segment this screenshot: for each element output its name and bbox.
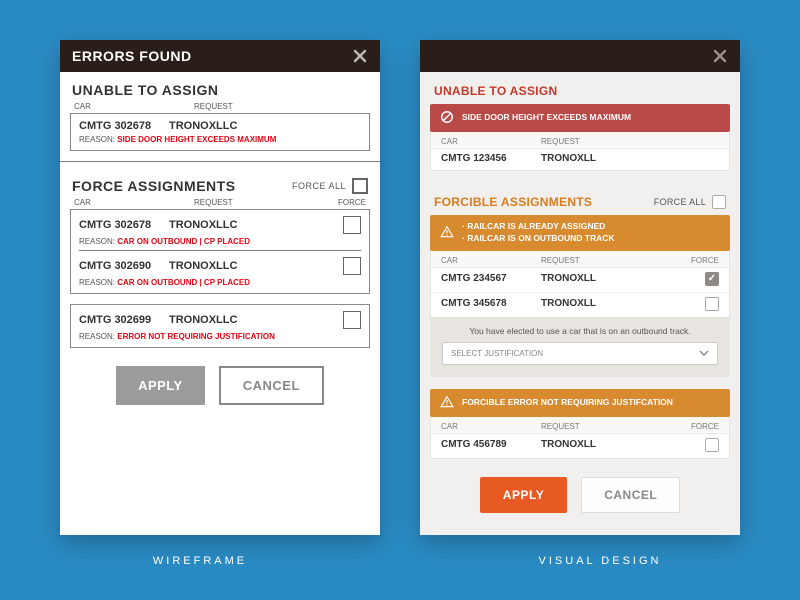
col-request: REQUEST: [194, 102, 233, 111]
forcible-table-1: CAR REQUEST FORCE CMTG 234567 TRONOXLL ✓…: [430, 251, 730, 318]
forcible-section-title: FORCIBLE ASSIGNMENTS FORCE ALL: [420, 183, 740, 215]
divider: [60, 161, 380, 162]
column-headers: CAR REQUEST: [431, 132, 729, 148]
table-row: CMTG 302690 TRONOXLLC: [79, 257, 361, 275]
justification-panel: You have elected to use a car that is on…: [430, 318, 730, 377]
table-row: CMTG 302699 TRONOXLLC: [79, 311, 361, 329]
justification-message: You have elected to use a car that is on…: [442, 326, 718, 336]
table-row: CMTG 234567 TRONOXLL ✓: [431, 267, 729, 292]
table-row: CMTG 302678 TRONOXLLC: [79, 120, 361, 132]
captions: WIREFRAME VISUAL DESIGN: [0, 555, 800, 587]
unable-section-title: UNABLE TO ASSIGN: [420, 72, 740, 104]
reason-line: REASON: CAR ON OUTBOUND | CP PLACED: [79, 278, 361, 287]
chevron-down-icon: [699, 349, 709, 358]
unable-card: CMTG 302678 TRONOXLLC REASON: SIDE DOOR …: [70, 113, 370, 151]
warning-banner: FORCIBLE ERROR NOT REQUIRING JUSTIFCATIO…: [430, 389, 730, 417]
force-checkbox[interactable]: [705, 297, 719, 311]
table-row: CMTG 123456 TRONOXLL: [431, 148, 729, 170]
force-checkbox[interactable]: [343, 311, 361, 329]
force-column-headers: CAR REQUEST FORCE: [60, 198, 380, 209]
caption-visual-design: VISUAL DESIGN: [440, 555, 760, 567]
apply-button[interactable]: APPLY: [116, 366, 205, 405]
warning-icon: [440, 225, 454, 241]
column-headers: CAR REQUEST FORCE: [431, 251, 729, 267]
justification-select[interactable]: SELECT JUSTIFICATION: [442, 342, 718, 365]
col-request: REQUEST: [194, 198, 233, 207]
cancel-button[interactable]: CANCEL: [219, 366, 324, 405]
col-car: CAR: [74, 198, 154, 207]
dialog-header: ERRORS FOUND: [60, 40, 380, 72]
force-card: CMTG 302699 TRONOXLLC REASON: ERROR NOT …: [70, 304, 370, 348]
reason-line: REASON: SIDE DOOR HEIGHT EXCEEDS MAXIMUM: [79, 135, 361, 144]
force-checkbox[interactable]: [343, 216, 361, 234]
caption-wireframe: WIREFRAME: [40, 555, 360, 567]
warning-banner: RAILCAR IS ALREADY ASSIGNED RAILCAR IS O…: [430, 215, 730, 251]
force-card: CMTG 302678 TRONOXLLC REASON: CAR ON OUT…: [70, 209, 370, 294]
prohibited-icon: [440, 110, 454, 126]
apply-button[interactable]: APPLY: [480, 477, 567, 513]
close-icon[interactable]: [712, 48, 728, 64]
force-checkbox[interactable]: [343, 257, 361, 275]
reason-line: REASON: CAR ON OUTBOUND | CP PLACED: [79, 237, 361, 246]
unable-section-title: UNABLE TO ASSIGN: [60, 72, 380, 102]
unable-column-headers: CAR REQUEST: [60, 102, 380, 113]
col-force: FORCE: [338, 198, 366, 207]
divider: [79, 250, 361, 251]
close-icon[interactable]: [352, 48, 368, 64]
table-row: CMTG 345678 TRONOXLL: [431, 292, 729, 317]
cancel-button[interactable]: CANCEL: [581, 477, 680, 513]
table-row: CMTG 302678 TRONOXLLC: [79, 216, 361, 234]
force-all-checkbox[interactable]: [352, 178, 368, 194]
dialog-title: ERRORS FOUND: [72, 48, 192, 64]
error-banner: SIDE DOOR HEIGHT EXCEEDS MAXIMUM: [430, 104, 730, 132]
dialog-actions: APPLY CANCEL: [60, 358, 380, 429]
force-section-title: FORCE ASSIGNMENTS FORCE ALL: [60, 168, 380, 198]
col-car: CAR: [74, 102, 154, 111]
forcible-table-2: CAR REQUEST FORCE CMTG 456789 TRONOXLL: [430, 417, 730, 459]
table-row: CMTG 456789 TRONOXLL: [431, 433, 729, 458]
column-headers: CAR REQUEST FORCE: [431, 417, 729, 433]
force-all-checkbox[interactable]: [712, 195, 726, 209]
force-all-label: FORCE ALL: [292, 181, 346, 191]
unable-table: CAR REQUEST CMTG 123456 TRONOXLL: [430, 132, 730, 171]
wireframe-panel: ERRORS FOUND UNABLE TO ASSIGN CAR REQUES…: [60, 40, 380, 535]
dialog-header: [420, 40, 740, 72]
warning-icon: [440, 395, 454, 411]
dialog-actions: APPLY CANCEL: [420, 471, 740, 535]
visual-design-panel: UNABLE TO ASSIGN SIDE DOOR HEIGHT EXCEED…: [420, 40, 740, 535]
force-checkbox[interactable]: [705, 438, 719, 452]
force-checkbox[interactable]: ✓: [705, 272, 719, 286]
force-all-label: FORCE ALL: [654, 197, 706, 207]
reason-line: REASON: ERROR NOT REQUIRING JUSTIFICATIO…: [79, 332, 361, 341]
